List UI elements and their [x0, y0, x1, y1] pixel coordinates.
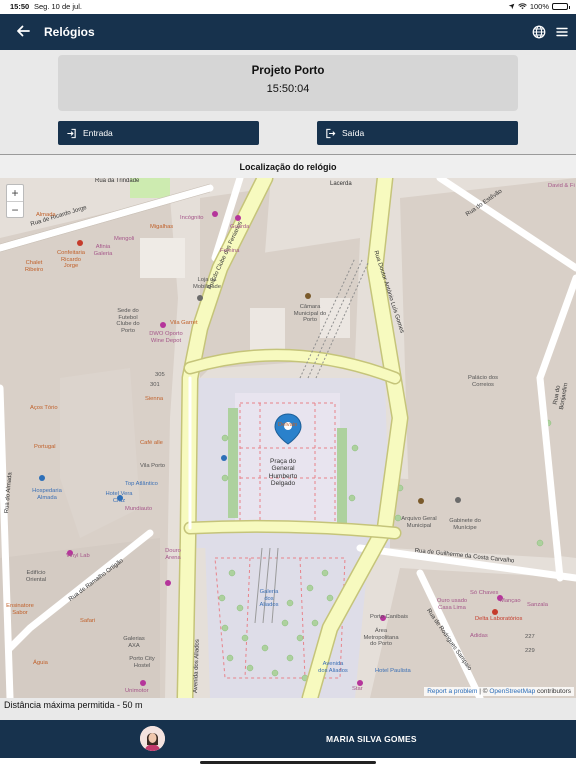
map-label-poi: Vinyl Lab	[66, 553, 90, 559]
map-label-poi: Sienna	[145, 396, 164, 402]
map-label-poi: Safari	[80, 618, 96, 624]
map-label-poi: Galerias AXA	[123, 636, 145, 649]
map-label-poi: Edifício Oriental	[25, 570, 47, 583]
battery-icon	[552, 3, 570, 10]
map-label-poi: Galeria dos Aliados	[259, 589, 279, 609]
arrow-left-icon[interactable]	[14, 22, 32, 40]
map-label-poi: 301	[150, 382, 160, 388]
login-icon	[67, 128, 76, 138]
location-section-title: Localização do relógio	[0, 154, 576, 178]
map-label-palacio: Palácio dos Correios	[468, 375, 498, 388]
map-label-poi: Mundiauto	[125, 506, 153, 512]
map-label-praca: Praça do General Humberto Delgado	[268, 458, 298, 488]
map-label-arquivo: Arquivo Geral Municipal	[401, 516, 437, 529]
globe-icon[interactable]	[532, 25, 546, 39]
location-arrow-icon	[508, 3, 515, 10]
map-label-poi: Vila Garret	[170, 320, 198, 326]
map-label-poi: Hotel Vera Cruz	[105, 491, 133, 504]
map-label-poi: Águia	[33, 660, 48, 666]
max-distance-text: Distância máxima permitida - 50 m	[4, 700, 143, 710]
logout-icon	[326, 128, 336, 138]
map-attribution: Report a problem | © OpenStreetMap contr…	[424, 687, 574, 696]
map-label-poi: Douro Arena	[165, 548, 181, 561]
map-label-poi: Portugal	[34, 444, 56, 450]
map-label-poi: Aços Tório	[30, 405, 58, 411]
status-time: 15:50	[10, 2, 30, 11]
map-label-poi: Confeitaria Ricardo Jorge	[56, 250, 86, 270]
map-label-poi: Hospedaria Almada	[32, 488, 62, 501]
status-date: Seg. 10 de jul.	[34, 2, 82, 11]
attribution-suffix: contributors	[535, 688, 571, 695]
clock-time: 15:50:04	[266, 83, 310, 95]
hamburger-menu-icon[interactable]	[555, 25, 569, 39]
map-label-poi: DWO Oporto Wine Depot	[149, 331, 183, 344]
map-label-poi: Unimotor	[125, 688, 149, 694]
map-label-poi: Ouro usado Casa Lima	[436, 598, 468, 611]
user-avatar[interactable]	[140, 726, 165, 751]
map-label-street: Lacerda	[330, 181, 352, 187]
map-label-poi: Sede do Futebol Clube do Porto	[116, 308, 140, 334]
wifi-icon	[518, 3, 527, 10]
map-label-poi: Avenida dos Aliados	[318, 661, 348, 674]
map-label-poi: Mançao	[500, 598, 521, 604]
map-label-poi: Chalet Ribeiro	[24, 260, 44, 273]
map-label-poi: Guarda	[230, 224, 250, 230]
map-label-poi: Delta Laboratórios	[475, 616, 523, 622]
attribution-separator: | ©	[477, 688, 490, 695]
map-label-camara: Câmara Municipal do Porto	[293, 304, 327, 324]
exit-button[interactable]: Saída	[317, 121, 518, 145]
map-label-poi: Almada	[36, 212, 56, 218]
zoom-out-button[interactable]: −	[7, 201, 23, 217]
entry-button[interactable]: Entrada	[58, 121, 259, 145]
map-label-poi: Star	[352, 686, 363, 692]
page-title: Relógios	[44, 25, 95, 39]
map-label-poi: Porto City Hostel	[129, 656, 155, 669]
map-label-poi: Femina	[220, 248, 240, 254]
map-label-poi: David & Fi	[548, 183, 575, 189]
zoom-control: + −	[6, 184, 24, 218]
map-label-poi: Top Atlântico	[125, 481, 158, 487]
user-name: MARIA SILVA GOMES	[326, 734, 417, 744]
exit-label: Saída	[342, 128, 365, 138]
map-label-poi: Delvain	[278, 422, 298, 428]
home-indicator[interactable]	[200, 761, 376, 764]
map-label-poi: Café alle	[140, 440, 163, 446]
map-label-street: Rua da Trindade	[95, 178, 140, 184]
map-label-poi: Mengoli	[114, 236, 135, 242]
project-card: Projeto Porto 15:50:04	[58, 55, 518, 111]
map-label-poi: Sanzala	[527, 602, 548, 608]
map-label-gabinete: Gabinete do Munícipe	[449, 518, 481, 531]
openstreetmap-link[interactable]: OpenStreetMap	[489, 688, 535, 695]
project-name: Projeto Porto	[251, 65, 325, 77]
map-label-poi: Só Chaves	[470, 590, 499, 596]
map-label-poi: Afinia Galeria	[93, 244, 113, 257]
map-view[interactable]: Rua de Ricardo Jorge Rua do Clube dos Fe…	[0, 178, 576, 698]
map-label-poi: 305	[155, 372, 165, 378]
report-problem-link[interactable]: Report a problem	[427, 688, 477, 695]
map-label-poi: 229	[525, 648, 535, 654]
map-label-poi: Incógnito	[180, 215, 204, 221]
user-footer: MARIA SILVA GOMES	[0, 720, 576, 758]
status-bar: 15:50 Seg. 10 de jul. 100%	[0, 0, 576, 14]
map-label-poi: Hotel Paulista	[375, 668, 411, 674]
zoom-in-button[interactable]: +	[7, 185, 23, 201]
battery-percent: 100%	[529, 2, 549, 11]
map-label-poi: Loja da Mobilidade	[192, 277, 222, 290]
map-label-poi: 227	[525, 634, 535, 640]
status-indicators: 100%	[508, 2, 570, 11]
map-label-poi: Vila Porto	[140, 463, 166, 469]
app-bar: Relógios	[0, 14, 576, 50]
map-label-poi: Porto Canibais	[370, 614, 409, 620]
entry-label: Entrada	[83, 128, 113, 138]
map-label-poi: Migalhas	[150, 224, 174, 230]
map-label-poi: Área Metropolitana do Porto	[363, 628, 399, 648]
map-label-poi: Adidas	[470, 633, 488, 639]
map-label-poi: Ensinatore Sabor	[6, 603, 34, 616]
